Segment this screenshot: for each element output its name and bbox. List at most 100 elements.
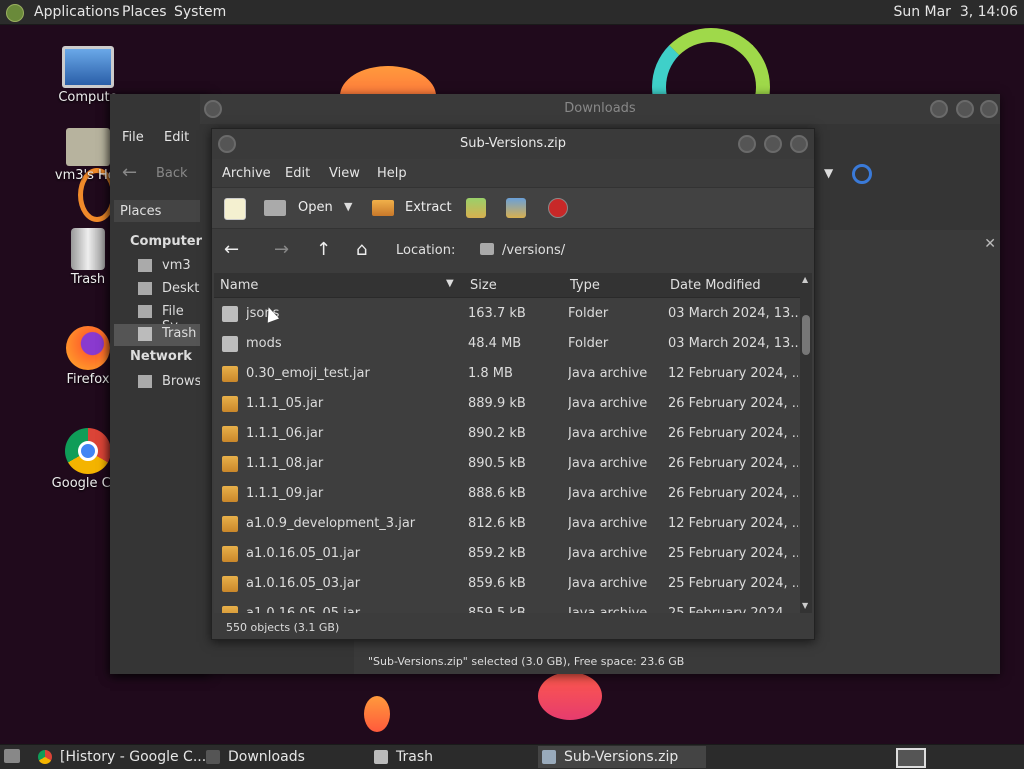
- menu-places[interactable]: Places: [122, 4, 167, 20]
- distro-logo-icon[interactable]: [6, 4, 24, 22]
- menu-view[interactable]: View: [329, 166, 360, 181]
- clock[interactable]: Sun Mar 3, 14:06: [893, 4, 1018, 20]
- vertical-scrollbar[interactable]: ▲ ▼: [800, 273, 812, 613]
- column-header-name[interactable]: Name: [220, 278, 258, 293]
- open-button[interactable]: Open ▼: [264, 196, 358, 220]
- table-row[interactable]: a1.0.9_development_3.jar 812.6 kB Java arc…: [214, 509, 800, 539]
- scrollbar-thumb[interactable]: [802, 315, 810, 355]
- cell-date: 03 March 2024, 13...: [668, 306, 798, 321]
- table-row[interactable]: 1.1.1_05.jar 889.9 kB Java archive 26 Febru…: [214, 389, 800, 419]
- file-manager-titlebar[interactable]: Downloads: [200, 94, 1000, 124]
- column-header-type[interactable]: Type: [570, 278, 600, 293]
- table-row[interactable]: 1.1.1_08.jar 890.5 kB Java archive 26 Febru…: [214, 449, 800, 479]
- sidebar-item-vm3[interactable]: vm3: [138, 256, 200, 278]
- show-desktop-icon[interactable]: [4, 749, 20, 763]
- chevron-down-icon[interactable]: ▼: [344, 200, 352, 213]
- maximize-button[interactable]: [956, 100, 974, 118]
- table-row[interactable]: a1.0.16.05_01.jar 859.2 kB Java archive 25 …: [214, 539, 800, 569]
- scroll-down-icon[interactable]: ▼: [802, 601, 808, 610]
- taskbar-item-archive[interactable]: Sub-Versions.zip: [538, 746, 706, 768]
- window-menu-button[interactable]: [218, 135, 236, 153]
- places-selector[interactable]: Places: [114, 200, 200, 222]
- drive-icon: [138, 305, 152, 318]
- taskbar-item-trash[interactable]: Trash: [370, 746, 546, 768]
- cell-date: 12 February 2024, ...: [668, 366, 798, 381]
- taskbar-item-chrome[interactable]: [History - Google C...: [34, 746, 220, 768]
- file-list[interactable]: Name ▼ Size Type Date Modified jsons 163.…: [214, 273, 800, 613]
- close-button[interactable]: [790, 135, 808, 153]
- table-row[interactable]: jsons 163.7 kB Folder 03 March 2024, 13...: [214, 299, 800, 329]
- computer-icon: [62, 46, 114, 88]
- archive-toolbar: Open ▼ Extract: [212, 187, 814, 229]
- table-row[interactable]: 1.1.1_06.jar 890.2 kB Java archive 26 Febru…: [214, 419, 800, 449]
- cell-date: 26 February 2024, ...: [668, 396, 798, 411]
- chrome-icon: [38, 750, 52, 764]
- desktop-icon: [138, 282, 152, 295]
- column-header-date[interactable]: Date Modified: [670, 278, 761, 293]
- forward-arrow-icon[interactable]: →: [274, 239, 289, 260]
- cell-type: Java archive: [568, 486, 648, 501]
- menu-applications[interactable]: Applications: [34, 4, 120, 20]
- add-folder-icon[interactable]: [506, 198, 526, 218]
- up-arrow-icon[interactable]: ↑: [316, 239, 331, 260]
- table-row[interactable]: 1.1.1_09.jar 888.6 kB Java archive 26 Febru…: [214, 479, 800, 509]
- menu-file[interactable]: File: [122, 130, 144, 145]
- menu-system[interactable]: System: [174, 4, 226, 20]
- maximize-button[interactable]: [764, 135, 782, 153]
- menu-help[interactable]: Help: [377, 166, 407, 181]
- cell-name: mods: [246, 336, 282, 351]
- cell-name: 1.1.1_05.jar: [246, 396, 324, 411]
- sidebar-item-browse-network[interactable]: Brows: [138, 372, 200, 394]
- archive-title: Sub-Versions.zip: [459, 136, 567, 151]
- menu-edit[interactable]: Edit: [164, 130, 189, 145]
- archive-titlebar[interactable]: Sub-Versions.zip: [212, 129, 814, 159]
- archive-manager-window[interactable]: Sub-Versions.zip Archive Edit View Help …: [211, 128, 815, 640]
- cell-size: 888.6 kB: [468, 486, 526, 501]
- stop-icon[interactable]: [548, 198, 568, 218]
- new-archive-icon[interactable]: [224, 198, 246, 220]
- cell-name: 1.1.1_06.jar: [246, 426, 324, 441]
- back-arrow-icon[interactable]: ←: [224, 239, 239, 260]
- add-files-icon[interactable]: [466, 198, 486, 218]
- back-button[interactable]: ← Back: [120, 162, 200, 186]
- sidebar-item-label: File Sy: [162, 304, 184, 324]
- open-label: Open: [298, 200, 333, 215]
- archive-status: 550 objects (3.1 GB): [226, 621, 340, 634]
- chevron-down-icon[interactable]: ▼: [824, 166, 833, 180]
- cell-name: a1.0.16.05_01.jar: [246, 546, 361, 561]
- sidebar-item-filesystem[interactable]: File Sy: [138, 302, 200, 324]
- window-menu-button[interactable]: [204, 100, 222, 118]
- cell-size: 163.7 kB: [468, 306, 526, 321]
- close-icon[interactable]: ✕: [984, 236, 996, 252]
- places-label: Places: [120, 204, 162, 219]
- sidebar-item-desktop[interactable]: Deskto: [138, 279, 200, 301]
- column-header-size[interactable]: Size: [470, 278, 497, 293]
- back-arrow-icon: ←: [122, 162, 138, 183]
- close-button[interactable]: [980, 100, 998, 118]
- cell-date: 03 March 2024, 13...: [668, 336, 798, 351]
- sort-down-icon[interactable]: ▼: [446, 278, 454, 289]
- cell-type: Java archive: [568, 606, 664, 613]
- workspace-switcher[interactable]: [896, 748, 926, 768]
- cell-name: 0.30_emoji_test.jar: [246, 366, 370, 381]
- sidebar-item-trash[interactable]: Trash: [114, 324, 200, 346]
- home-folder-icon: [66, 128, 110, 166]
- taskbar: [History - Google C... Downloads Trash S…: [0, 744, 1024, 769]
- scroll-up-icon[interactable]: ▲: [802, 275, 808, 284]
- table-row[interactable]: 0.30_emoji_test.jar 1.8 MB Java archive 12 …: [214, 359, 800, 389]
- home-icon[interactable]: ⌂: [356, 239, 367, 260]
- table-row[interactable]: a1.0.16.05_03.jar 859.6 kB Java archive 25 …: [214, 569, 800, 599]
- minimize-button[interactable]: [738, 135, 756, 153]
- location-field[interactable]: /versions/: [474, 237, 808, 263]
- table-row[interactable]: a1.0.16.05_05.jar859.5 kB Java archive 25 …: [214, 599, 800, 613]
- extract-button[interactable]: Extract: [372, 196, 462, 220]
- cell-type: Folder: [568, 336, 609, 351]
- search-icon[interactable]: [852, 164, 872, 184]
- taskbar-item-downloads[interactable]: Downloads: [202, 746, 388, 768]
- table-row[interactable]: mods 48.4 MB Folder 03 March 2024, 13...: [214, 329, 800, 359]
- location-path: /versions/: [502, 243, 566, 258]
- menu-edit[interactable]: Edit: [285, 166, 310, 181]
- menu-archive[interactable]: Archive: [222, 166, 271, 181]
- cell-size: 859.6 kB: [468, 576, 526, 591]
- minimize-button[interactable]: [930, 100, 948, 118]
